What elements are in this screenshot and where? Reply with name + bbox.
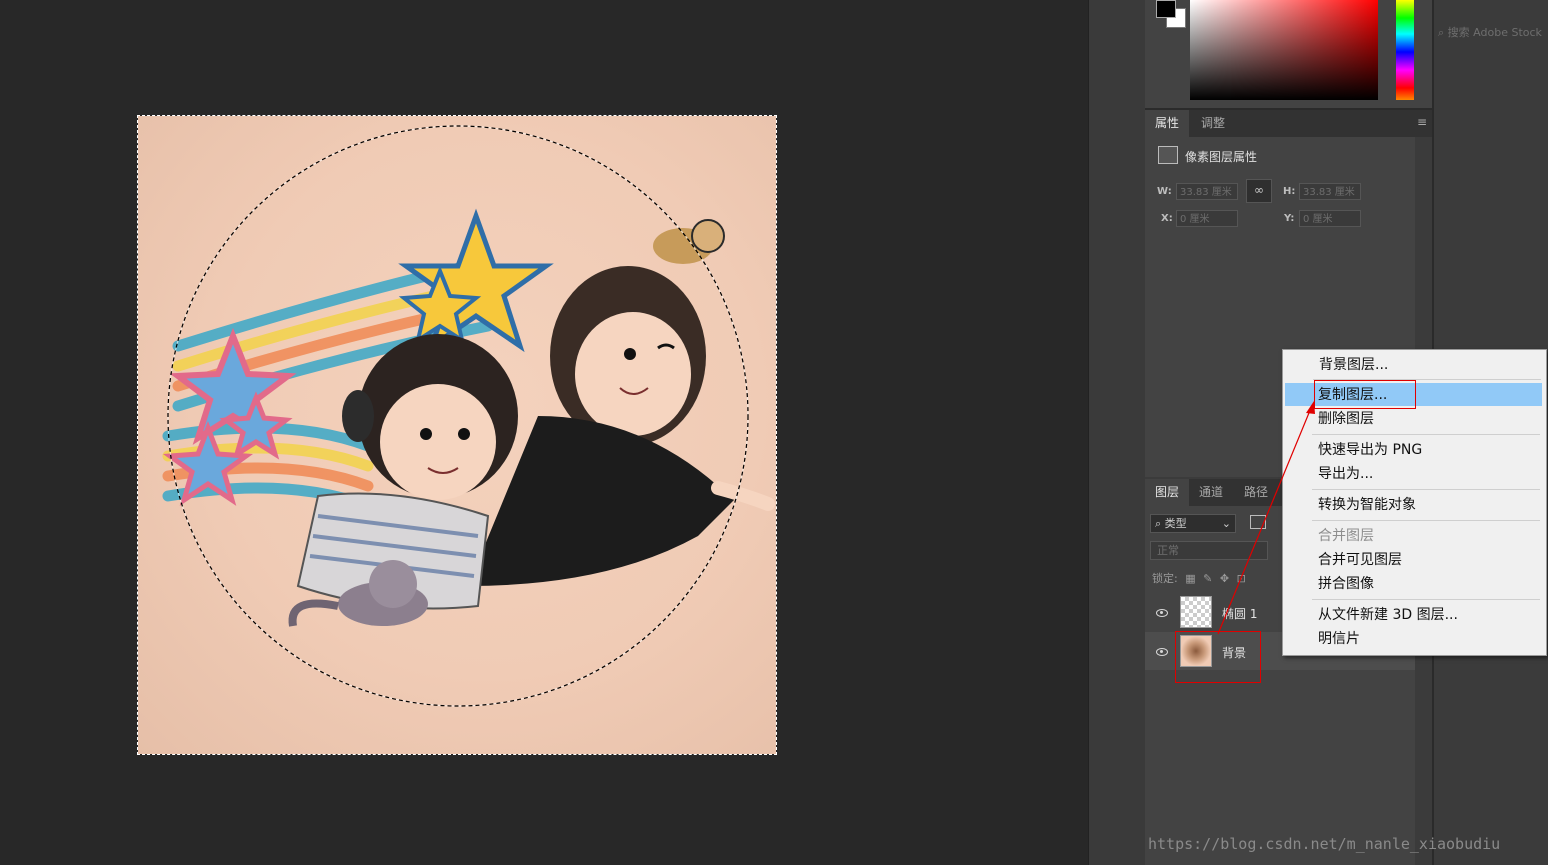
menu-item-convert-smart-object[interactable]: 转换为智能对象 <box>1318 494 1416 516</box>
menu-separator <box>1312 434 1540 435</box>
x-label: X: <box>1161 213 1173 224</box>
menu-separator <box>1312 489 1540 490</box>
blend-mode-select[interactable]: 正常 <box>1150 541 1268 560</box>
tab-layers[interactable]: 图层 <box>1145 479 1190 506</box>
layer-kind-filter[interactable]: ⌕ 类型 ⌄ <box>1150 514 1236 533</box>
pixel-layer-icon <box>1158 146 1178 164</box>
menu-item-merge-visible[interactable]: 合并可见图层 <box>1318 549 1402 571</box>
chevron-down-icon: ⌄ <box>1221 517 1231 530</box>
canvas-scroll-gutter[interactable] <box>1088 0 1145 865</box>
width-field[interactable]: 33.83 厘米 <box>1176 183 1238 200</box>
document-canvas[interactable] <box>137 115 777 755</box>
layer-thumbnail-ellipse <box>1180 596 1212 628</box>
eye-icon[interactable] <box>1156 609 1168 617</box>
menu-item-delete-layer[interactable]: 删除图层 <box>1318 408 1374 430</box>
tab-channels[interactable]: 通道 <box>1189 479 1233 506</box>
search-icon: ⌕ <box>1438 26 1448 39</box>
height-label: H: <box>1283 186 1296 197</box>
lock-artboard-icon[interactable]: ⊡ <box>1237 572 1246 585</box>
tab-adjustments[interactable]: 调整 <box>1191 110 1235 137</box>
lock-position-icon[interactable]: ✥ <box>1220 572 1229 585</box>
panel-menu-icon[interactable]: ≡ <box>1417 115 1427 129</box>
lock-transparent-icon[interactable]: ▦ <box>1185 572 1195 585</box>
height-field[interactable]: 33.83 厘米 <box>1299 183 1361 200</box>
lock-paint-icon[interactable]: ✎ <box>1203 572 1212 585</box>
menu-item-merge-layers: 合并图层 <box>1318 528 1374 544</box>
annotation-box-menu <box>1314 380 1416 409</box>
menu-item-postcard[interactable]: 明信片 <box>1318 628 1360 650</box>
watermark: https://blog.csdn.net/m_nanle_xiaobudiu <box>1148 835 1501 853</box>
chain-link-icon[interactable]: ∞ <box>1246 179 1272 203</box>
foreground-color-swatch[interactable] <box>1156 0 1176 18</box>
y-field[interactable]: 0 厘米 <box>1299 210 1361 227</box>
layer-name: 椭圆 1 <box>1222 607 1258 621</box>
properties-title: 像素图层属性 <box>1185 150 1258 164</box>
eye-icon[interactable] <box>1156 648 1168 656</box>
menu-item-flatten-image[interactable]: 拼合图像 <box>1318 573 1374 595</box>
hue-slider[interactable] <box>1396 0 1414 100</box>
y-label: Y: <box>1284 213 1295 224</box>
menu-separator <box>1312 599 1540 600</box>
annotation-box-layer <box>1175 631 1261 683</box>
menu-item-quick-export-png[interactable]: 快速导出为 PNG <box>1318 439 1422 461</box>
lock-row: 锁定: ▦ ✎ ✥ ⊡ <box>1152 570 1246 586</box>
x-field[interactable]: 0 厘米 <box>1176 210 1238 227</box>
stock-search-input[interactable]: ⌕ 搜索 Adobe Stock <box>1438 24 1548 44</box>
tab-properties[interactable]: 属性 <box>1145 110 1190 137</box>
menu-item-export-as[interactable]: 导出为... <box>1318 463 1373 485</box>
lock-label: 锁定: <box>1152 572 1178 585</box>
filter-pixel-icon[interactable] <box>1250 515 1266 529</box>
properties-tab-bar: 属性 调整 ≡ <box>1145 110 1432 137</box>
menu-item-new-3d-layer[interactable]: 从文件新建 3D 图层... <box>1318 604 1458 626</box>
artwork-illustration <box>162 125 775 707</box>
color-saturation-field[interactable] <box>1190 0 1378 100</box>
menu-separator <box>1312 520 1540 521</box>
tab-paths[interactable]: 路径 <box>1234 479 1278 506</box>
width-label: W: <box>1157 186 1172 197</box>
